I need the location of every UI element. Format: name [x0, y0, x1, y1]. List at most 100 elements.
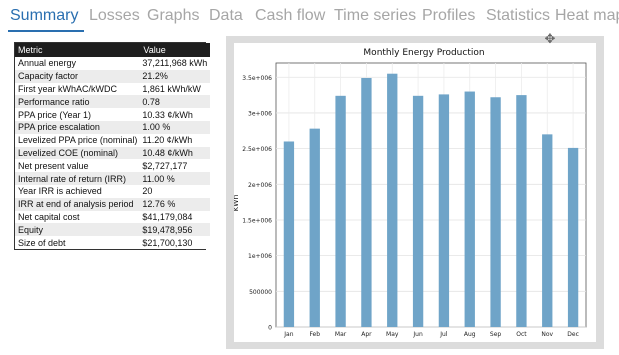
- x-tick-labels: Jan Feb Mar Apr May Jun Jul Aug Sep Oct Nov Dec: [283, 331, 579, 338]
- table-row: Capacity factor 21.2%: [15, 69, 211, 83]
- metric-value-cell: $21,700,130: [140, 236, 211, 249]
- tab-graphs[interactable]: Graphs: [147, 7, 199, 25]
- metric-name-cell: Size of debt: [15, 236, 141, 249]
- bar-jul: [438, 94, 450, 327]
- y-tick-label: 1e+006: [248, 253, 272, 260]
- y-tick-label: 2e+006: [248, 182, 272, 189]
- bar-dec: [567, 147, 579, 327]
- y-axis-label: kWh: [234, 194, 240, 211]
- table-row: Internal rate of return (IRR) 11.00 %: [15, 172, 211, 185]
- y-tick-label: 1.5e+006: [242, 217, 272, 224]
- metric-value-cell: 12.76 %: [140, 197, 211, 211]
- metric-name-cell: Equity: [15, 223, 141, 237]
- metric-name-cell: Annual energy: [15, 57, 141, 70]
- table-row: Net capital cost $41,179,084: [15, 210, 211, 224]
- metric-value-cell: 21.2%: [140, 69, 211, 83]
- monthly-energy-chart: Monthly Energy Production kWh 0 500000 1e+…: [231, 48, 587, 338]
- tab-profiles[interactable]: Profiles: [422, 7, 475, 25]
- tab-heat-map[interactable]: Heat map: [555, 7, 619, 25]
- table-row: PPA price escalation 1.00 %: [15, 120, 211, 134]
- y-tick-label: 500000: [249, 289, 272, 296]
- tab-time-series[interactable]: Time series: [334, 7, 416, 25]
- metric-value-cell: $19,478,956: [140, 223, 211, 237]
- active-tab-indicator: [8, 30, 84, 32]
- x-tick-label: May: [386, 331, 399, 338]
- bar-may: [387, 73, 398, 328]
- bar-oct: [516, 95, 527, 327]
- metric-name-cell: IRR at end of analysis period: [15, 197, 141, 211]
- bar-aug: [464, 91, 475, 327]
- table-row: Year IRR is achieved 20: [15, 184, 211, 198]
- bar-apr: [361, 77, 372, 327]
- value-column-header: Value: [140, 43, 211, 57]
- bar-mar: [335, 95, 346, 327]
- y-tick-label: 3.5e+006: [242, 75, 272, 82]
- tab-statistics[interactable]: Statistics: [486, 7, 550, 25]
- tab-losses[interactable]: Losses: [89, 7, 140, 25]
- table-row: Levelized COE (nominal) 10.48 ¢/kWh: [15, 146, 211, 160]
- metrics-header-row: Metric Value: [15, 43, 211, 57]
- x-tick-label: Jul: [439, 331, 448, 338]
- table-row: Net present value $2,727,177: [15, 159, 211, 173]
- table-row: Levelized PPA price (nominal) 11.20 ¢/kWh: [15, 133, 211, 147]
- y-tick-labels: 0 500000 1e+006 1.5e+006 2e+006 2.5e+006 3e+00…: [242, 75, 272, 332]
- x-tick-label: Feb: [309, 331, 320, 338]
- metric-name-cell: PPA price (Year 1): [15, 108, 141, 121]
- move-icon[interactable]: ✥: [542, 31, 558, 47]
- metric-value-cell: 11.20 ¢/kWh: [140, 133, 211, 147]
- metrics-body: Annual energy 37,211,968 kWh Capacity fact…: [15, 57, 211, 249]
- table-row: IRR at end of analysis period 12.76 %: [15, 197, 211, 211]
- metric-name-cell: Performance ratio: [15, 95, 141, 109]
- metric-value-cell: 10.48 ¢/kWh: [140, 146, 211, 160]
- x-tick-label: Jan: [283, 331, 293, 338]
- metric-value-cell: $2,727,177: [140, 159, 211, 173]
- metric-value-cell: 1.00 %: [140, 120, 211, 134]
- tab-cash-flow[interactable]: Cash flow: [255, 7, 325, 25]
- x-tick-label: Oct: [516, 331, 527, 338]
- metric-value-cell: 20: [140, 184, 211, 198]
- metric-name-cell: Capacity factor: [15, 69, 141, 83]
- y-tick-label: 2.5e+006: [242, 146, 272, 153]
- y-tick-label: 0: [268, 325, 272, 332]
- bar-sep: [490, 97, 501, 327]
- metric-name-cell: First year kWhAC/kWDC: [15, 82, 141, 96]
- x-tick-label: Aug: [464, 331, 476, 338]
- bar-jun: [412, 95, 424, 327]
- metric-value-cell: 1,861 kWh/kW: [140, 82, 211, 96]
- table-row: First year kWhAC/kWDC 1,861 kWh/kW: [15, 82, 211, 96]
- metric-value-cell: 0.78: [140, 95, 211, 109]
- x-tick-label: Apr: [361, 331, 372, 338]
- y-tick-label: 3e+006: [248, 110, 272, 117]
- table-row: Equity $19,478,956: [15, 223, 211, 237]
- chart-area: Monthly Energy Production kWh 0 500000 1e+…: [231, 43, 596, 342]
- tab-bar: Summary Losses Graphs Data Cash flow Tim…: [0, 0, 619, 34]
- metric-value-cell: 11.00 %: [140, 172, 211, 185]
- bar-jan: [283, 141, 295, 327]
- chart-grid: [275, 62, 587, 328]
- bar-feb: [309, 128, 320, 327]
- tab-summary[interactable]: Summary: [10, 7, 78, 25]
- metric-value-cell: 10.33 ¢/kWh: [140, 108, 211, 121]
- table-row: PPA price (Year 1) 10.33 ¢/kWh: [15, 108, 211, 121]
- x-tick-label: Mar: [335, 331, 347, 338]
- metric-name-cell: Net capital cost: [15, 210, 141, 224]
- metric-name-cell: Year IRR is achieved: [15, 184, 141, 198]
- plot-frame: [275, 62, 587, 328]
- metrics-table: Metric Value Annual energy 37,211,968 kWh…: [14, 42, 211, 250]
- metric-name-cell: PPA price escalation: [15, 120, 141, 134]
- table-row: Performance ratio 0.78: [15, 95, 211, 109]
- bar-nov: [542, 134, 553, 327]
- metric-name-cell: Levelized COE (nominal): [15, 146, 141, 160]
- x-tick-label: Dec: [567, 331, 579, 338]
- metric-value-cell: $41,179,084: [140, 210, 211, 224]
- x-tick-label: Jun: [412, 331, 423, 338]
- x-tick-label: Sep: [490, 331, 502, 338]
- metric-name-cell: Internal rate of return (IRR): [15, 172, 141, 185]
- metric-name-cell: Net present value: [15, 159, 141, 173]
- table-row: Annual energy 37,211,968 kWh: [15, 57, 211, 70]
- metric-value-cell: 37,211,968 kWh: [140, 57, 211, 70]
- x-tick-label: Nov: [541, 331, 553, 338]
- tab-data[interactable]: Data: [209, 7, 243, 25]
- metric-name-cell: Levelized PPA price (nominal): [15, 133, 141, 147]
- metric-column-header: Metric: [15, 43, 141, 57]
